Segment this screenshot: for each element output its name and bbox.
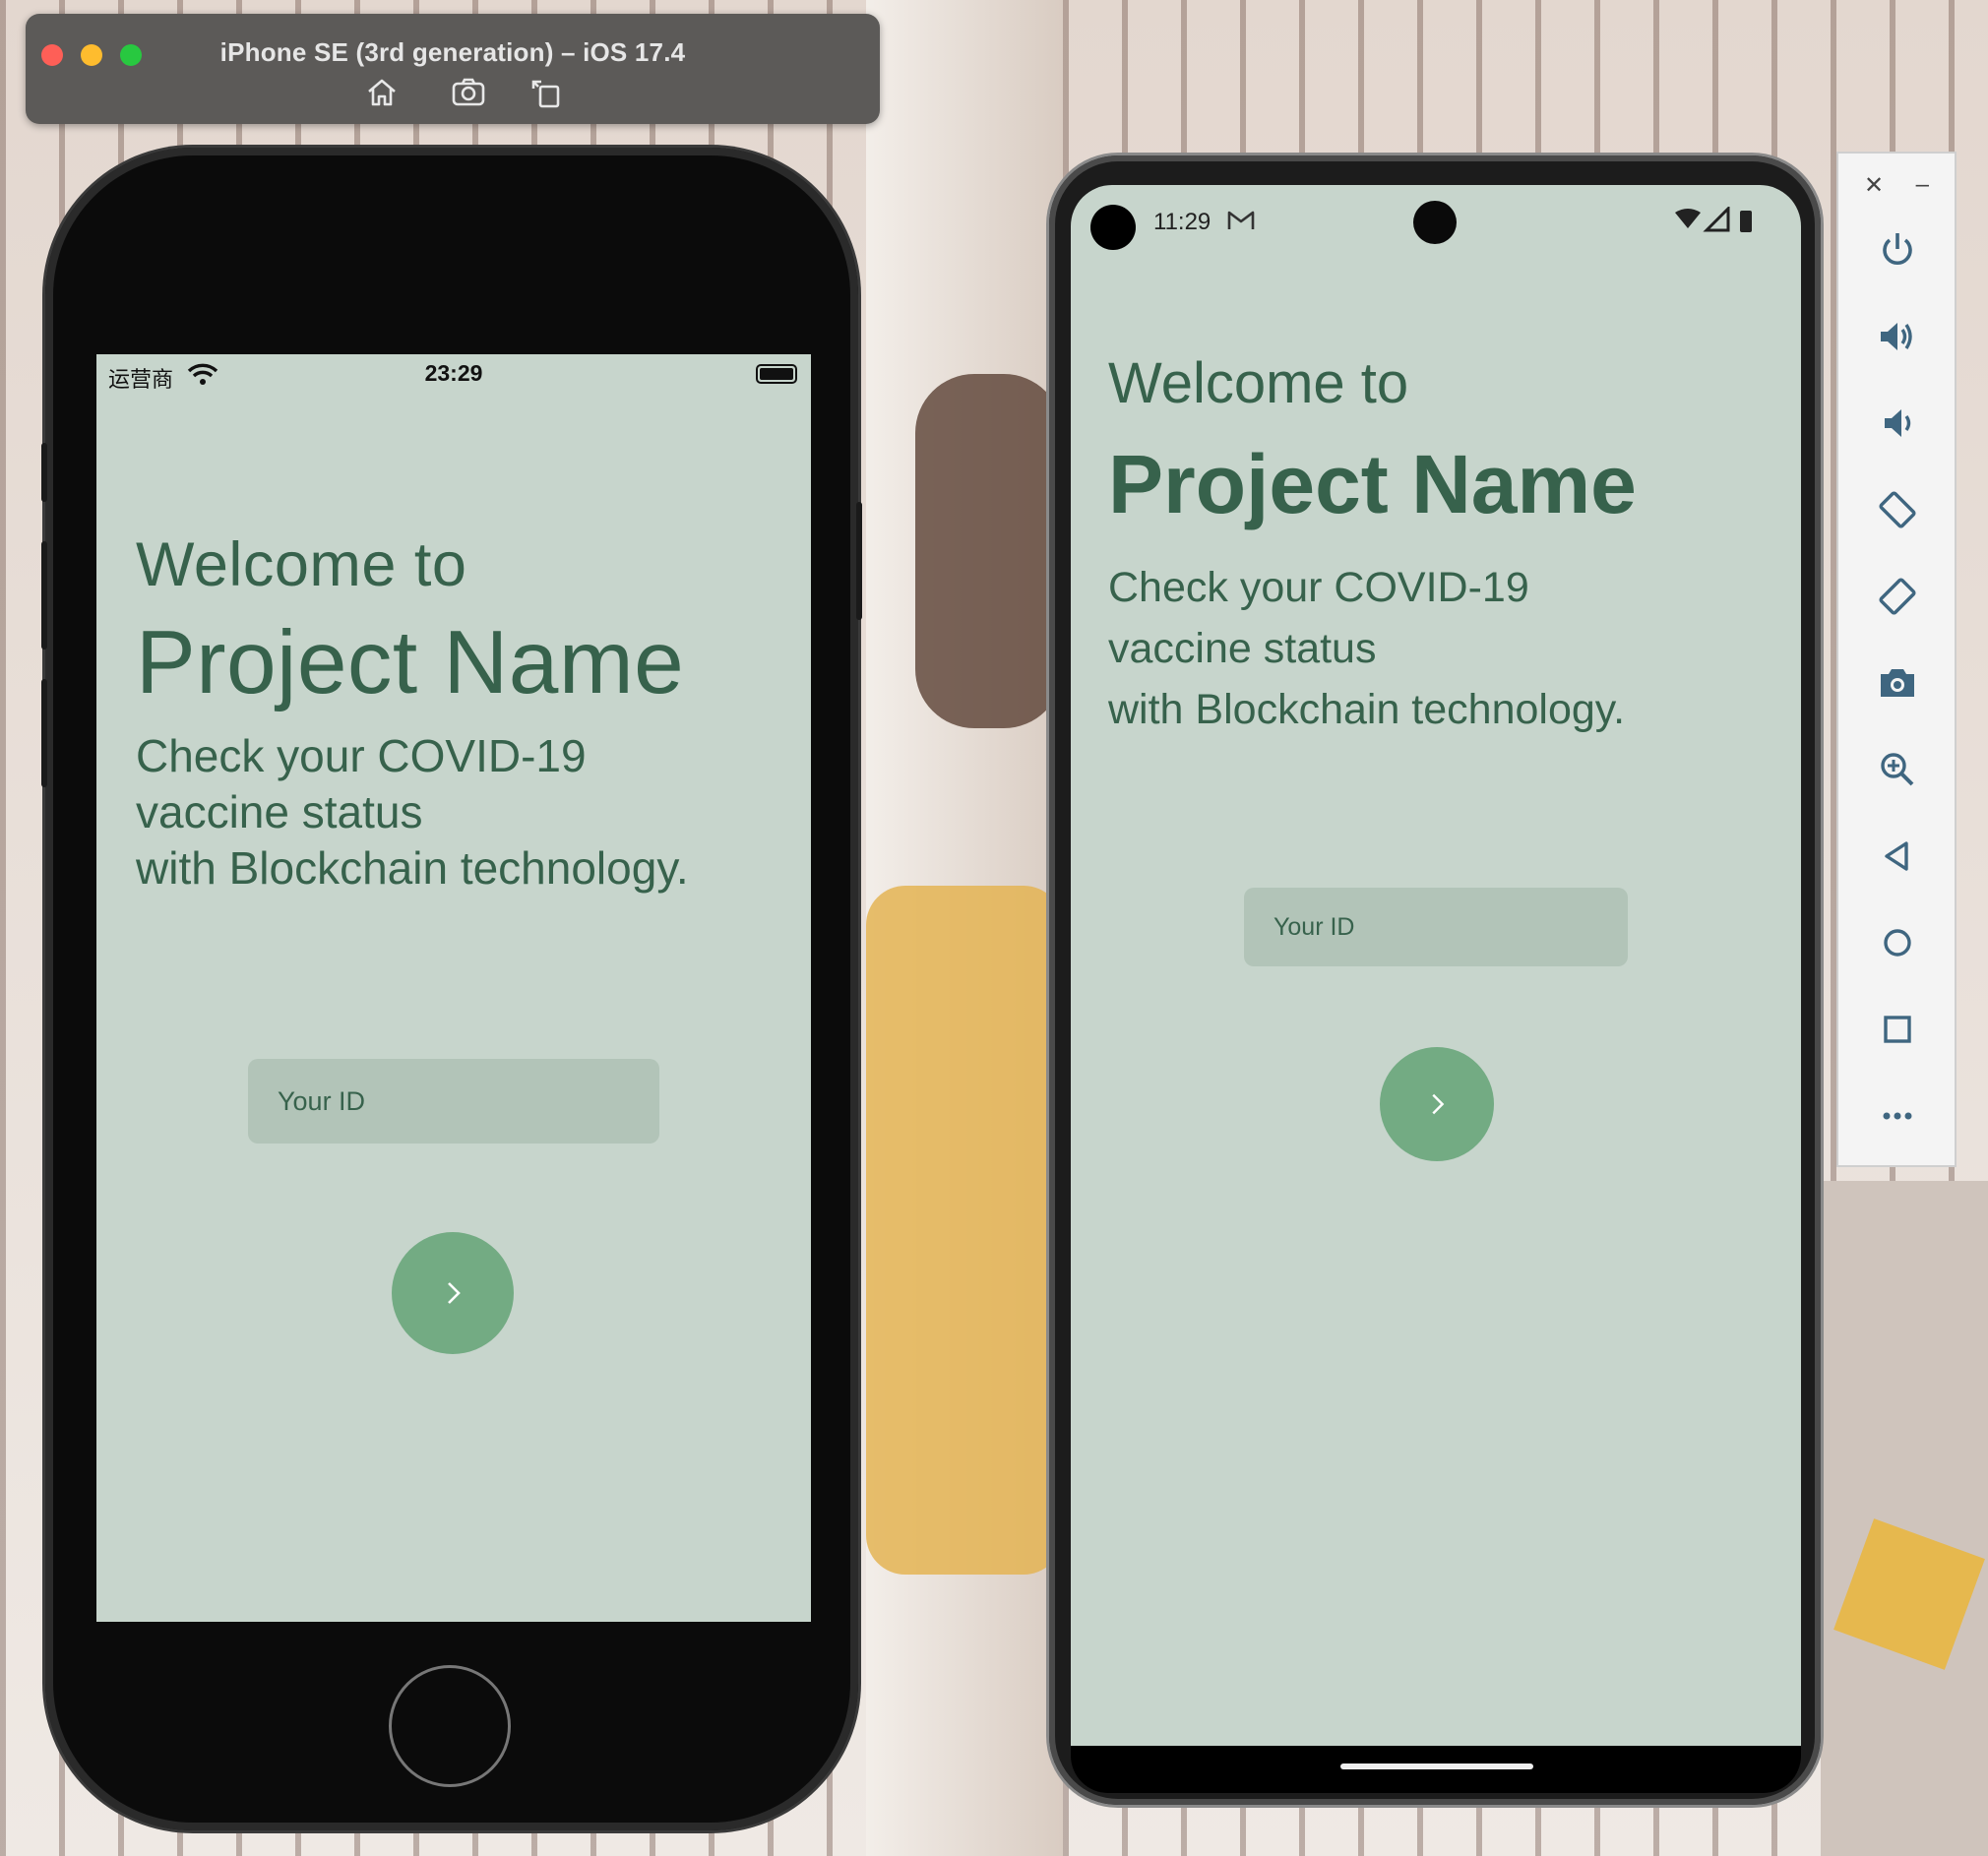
- battery-icon: [1740, 211, 1752, 232]
- description-text: Check your COVID-19 vaccine status with …: [136, 728, 689, 897]
- iphone-se-device: 运营商 23:29 Welcome to Project Name Check …: [41, 148, 862, 1830]
- android-device: 11:29 Welcome to Project Name Check your…: [1049, 155, 1821, 1805]
- volume-up-icon[interactable]: [1868, 307, 1927, 366]
- project-name-title: Project Name: [136, 613, 685, 712]
- minimize-icon[interactable]: –: [1916, 171, 1929, 199]
- id-input[interactable]: [1244, 888, 1628, 966]
- ios-screen: 运营商 23:29 Welcome to Project Name Check …: [96, 354, 811, 1622]
- description-line: Check your COVID-19: [1108, 564, 1529, 611]
- navigation-area: [1071, 1746, 1801, 1793]
- overview-icon[interactable]: [1868, 1000, 1927, 1059]
- submit-button[interactable]: [1380, 1047, 1494, 1161]
- mute-switch: [41, 443, 47, 502]
- description-line: vaccine status: [136, 786, 423, 837]
- description-line: vaccine status: [1108, 625, 1377, 672]
- description-line: Check your COVID-19: [136, 730, 587, 781]
- close-icon[interactable]: ✕: [1864, 171, 1884, 200]
- battery-icon: [756, 364, 797, 384]
- welcome-text: Welcome to: [136, 530, 467, 599]
- status-icons: [1675, 207, 1752, 232]
- camera-icon[interactable]: [1868, 653, 1927, 712]
- description-line: with Blockchain technology.: [136, 842, 689, 894]
- rotate-icon[interactable]: [528, 73, 567, 112]
- screenshot-icon[interactable]: [449, 73, 488, 112]
- gesture-handle[interactable]: [1340, 1763, 1533, 1769]
- power-icon[interactable]: [1868, 220, 1927, 279]
- project-name-title: Project Name: [1108, 438, 1637, 530]
- volume-up-key: [41, 541, 47, 650]
- id-input[interactable]: [248, 1059, 659, 1144]
- home-icon[interactable]: [362, 73, 402, 112]
- more-icon[interactable]: [1868, 1086, 1927, 1145]
- rotate-right-icon[interactable]: [1868, 567, 1927, 626]
- status-time: 11:29: [1153, 209, 1211, 235]
- camera-cutout: [1090, 205, 1136, 250]
- description-line: with Blockchain technology.: [1108, 686, 1626, 733]
- side-key: [856, 502, 862, 620]
- wifi-icon: [1675, 209, 1701, 228]
- submit-button[interactable]: [392, 1232, 514, 1354]
- gmail-notification-icon: [1227, 211, 1255, 229]
- zoom-icon[interactable]: [1868, 740, 1927, 799]
- home-button[interactable]: [389, 1665, 511, 1787]
- signal-icon: [1703, 207, 1730, 232]
- ios-status-bar: 运营商 23:29: [96, 354, 811, 394]
- chevron-right-icon: [448, 1282, 461, 1304]
- rotate-left-icon[interactable]: [1868, 480, 1927, 539]
- front-camera: [1413, 201, 1457, 244]
- welcome-text: Welcome to: [1108, 351, 1409, 415]
- volume-down-key: [41, 679, 47, 787]
- chevron-right-icon: [1432, 1093, 1445, 1115]
- volume-down-icon[interactable]: [1868, 394, 1927, 453]
- status-time: 23:29: [424, 360, 483, 386]
- android-screen: 11:29 Welcome to Project Name Check your…: [1071, 185, 1801, 1746]
- back-icon[interactable]: [1868, 827, 1927, 886]
- simulator-window-title: iPhone SE (3rd generation) – iOS 17.4: [219, 37, 686, 67]
- description-text: Check your COVID-19 vaccine status with …: [1108, 557, 1625, 740]
- home-icon[interactable]: [1868, 913, 1927, 972]
- ios-simulator-titlebar: iPhone SE (3rd generation) – iOS 17.4: [26, 14, 880, 124]
- emulator-side-toolbar: ✕ –: [1836, 152, 1957, 1167]
